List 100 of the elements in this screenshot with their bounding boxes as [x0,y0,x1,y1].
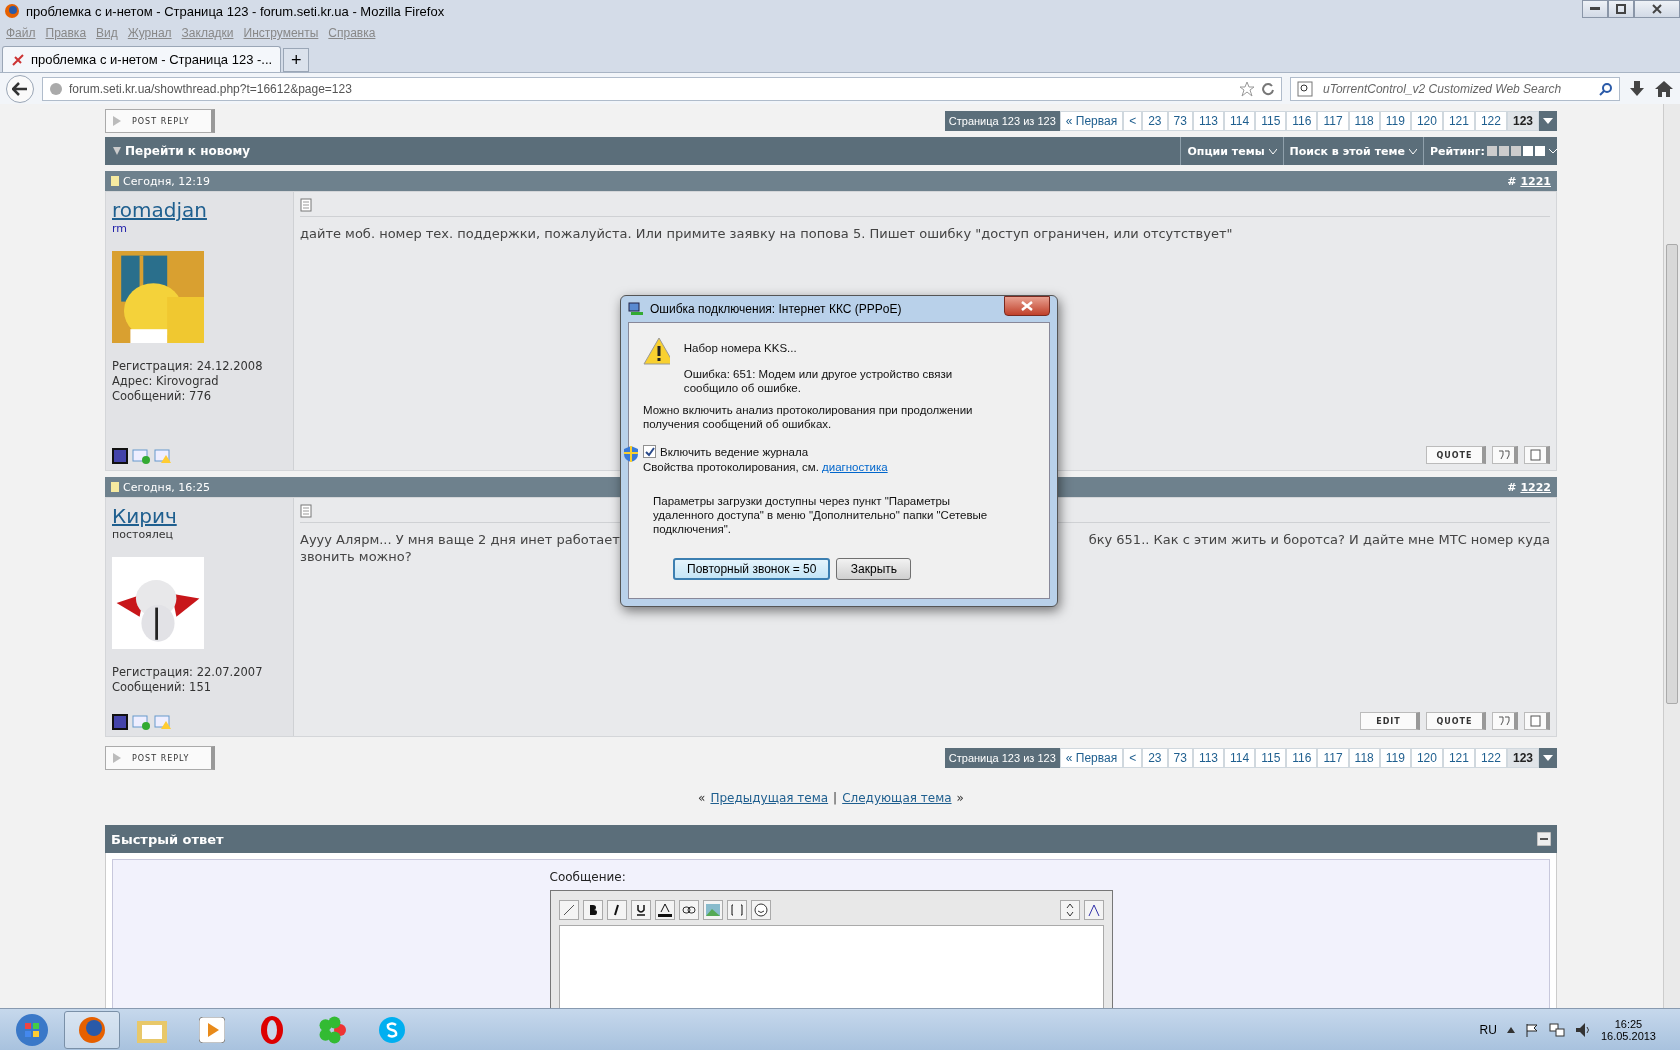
page-link[interactable]: 122 [1474,748,1507,768]
page-link[interactable]: « Первая [1059,748,1124,768]
post-reply-button[interactable]: POST REPLY [105,109,215,133]
username-link[interactable]: romadjan [112,198,207,222]
close-button[interactable] [1634,0,1680,18]
page-link[interactable]: 73 [1167,111,1193,131]
firefox-icon [4,3,20,19]
page-link[interactable]: 23 [1142,748,1168,768]
dropdown-button[interactable] [1539,111,1557,131]
page-link[interactable]: 117 [1317,748,1349,768]
post-number-link[interactable]: 1221 [1520,174,1551,188]
page-link[interactable]: 122 [1474,111,1507,131]
page-link[interactable]: 120 [1410,111,1443,131]
page-link[interactable]: 119 [1379,111,1411,131]
page-link[interactable]: 113 [1192,111,1225,131]
page-link[interactable]: 114 [1224,748,1256,768]
username-link[interactable]: Кирич [112,504,177,528]
clock[interactable]: 16:25 16.05.2013 [1600,1017,1656,1042]
dropdown-button[interactable] [1539,748,1557,768]
bold-button[interactable] [582,900,603,920]
page-link[interactable]: 115 [1255,111,1287,131]
close-icon [1652,4,1662,14]
text-color-button[interactable] [654,900,675,920]
page-link[interactable]: 120 [1410,748,1443,768]
flag-icon[interactable] [1524,1022,1539,1037]
restore-button[interactable] [1608,0,1634,18]
logging-checkbox[interactable] [643,445,656,458]
page-link[interactable]: < [1123,111,1143,131]
browser-tab[interactable]: проблемка с и-нетом - Страница 123 -... [2,46,282,72]
resize-button[interactable] [1059,900,1080,920]
caret-icon [1408,148,1417,154]
reload-icon[interactable] [1261,81,1275,96]
firefox-taskbar-button[interactable] [64,1010,120,1049]
multiquote-button[interactable] [1492,446,1518,464]
page-link[interactable]: < [1123,748,1143,768]
next-thread-link[interactable]: Следующая тема [842,791,952,805]
page-link[interactable]: 123 [1506,111,1539,131]
thread-menu[interactable]: Опции темы [1180,137,1283,165]
diagnostics-link[interactable]: диагностика [822,461,888,473]
show-hidden-icons[interactable] [1506,1026,1515,1033]
home-icon[interactable] [1654,79,1674,98]
new-tab-button[interactable]: + [283,48,310,72]
params-text: Параметры загрузки доступны через пункт "Параметры удаленного доступа" в меню "Дополнительно" папки "Сетевые подключения". [652,494,989,536]
post-action-button[interactable]: QUOTE [1426,712,1486,730]
previous-thread-link[interactable]: Предыдущая тема [710,791,829,805]
post-action-button[interactable]: QUOTE [1426,446,1486,464]
back-button[interactable] [6,74,34,103]
multiquote-button[interactable] [1492,712,1518,730]
page-link[interactable]: 114 [1224,111,1256,131]
minimize-button[interactable] [1582,0,1608,18]
report-button[interactable] [1524,712,1550,730]
report-button[interactable] [1524,446,1550,464]
post-reply-button[interactable]: POST REPLY [105,746,215,770]
download-icon[interactable] [1628,79,1646,98]
switch-mode-icon [1086,903,1101,917]
search-box[interactable]: uTorrentControl_v2 Customized Web Search [1290,76,1620,101]
page-link[interactable]: 121 [1442,111,1475,131]
page-link[interactable]: 116 [1286,111,1318,131]
hint-text: Можно включить анализ протоколирования при продолжении получения сообщений об ошибках. [643,403,974,431]
remove-format-button[interactable] [558,900,579,920]
underline-button[interactable] [630,900,651,920]
dialog-button[interactable]: Закрыть [836,558,912,580]
page-link[interactable]: 121 [1442,748,1475,768]
page-link[interactable]: 115 [1255,748,1287,768]
add-contact-icon[interactable] [132,714,150,730]
page-link[interactable]: 113 [1192,748,1225,768]
go-to-new-link[interactable]: Перейти к новому [105,137,259,165]
network-icon[interactable] [1548,1021,1565,1038]
close-button[interactable] [1004,296,1050,316]
page-link[interactable]: 23 [1142,111,1168,131]
smiley-button[interactable] [750,900,771,920]
add-contact-icon[interactable] [132,448,150,464]
quote-button[interactable] [726,900,747,920]
language-indicator[interactable]: RU [1479,1022,1497,1037]
search-icon[interactable] [1599,81,1613,96]
collapse-icon[interactable] [1537,832,1551,846]
page-link[interactable]: 118 [1348,748,1380,768]
link-button[interactable] [678,900,699,920]
volume-icon[interactable] [1574,1021,1591,1038]
star-icon[interactable] [1239,80,1255,97]
page-link[interactable]: 123 [1506,748,1539,768]
italic-button[interactable] [606,900,627,920]
search-engine-icon[interactable] [1297,80,1315,97]
thread-menu[interactable]: Поиск в этой теме [1282,137,1423,165]
page-link[interactable]: « Первая [1059,111,1124,131]
page-link[interactable]: 119 [1379,748,1411,768]
page-link[interactable]: 116 [1286,748,1318,768]
caret-icon [1543,755,1553,761]
page-link[interactable]: 73 [1167,748,1193,768]
switch-mode-button[interactable] [1083,900,1104,920]
page-link[interactable]: 117 [1317,111,1349,131]
post-number-link[interactable]: 1222 [1520,480,1551,494]
post-action-button[interactable]: EDIT [1360,712,1420,730]
page-link[interactable]: 118 [1348,111,1380,131]
arrow-text: « [698,791,706,805]
dialog-button[interactable]: Повторный звонок = 50 [673,558,831,580]
scrollbar-thumb[interactable] [1666,244,1678,704]
address-field[interactable]: forum.seti.kr.ua/showthread.php?t=16612&page=123 [42,76,1282,101]
arrow-text: » [956,791,964,805]
post-number-hash: # [1507,174,1517,188]
